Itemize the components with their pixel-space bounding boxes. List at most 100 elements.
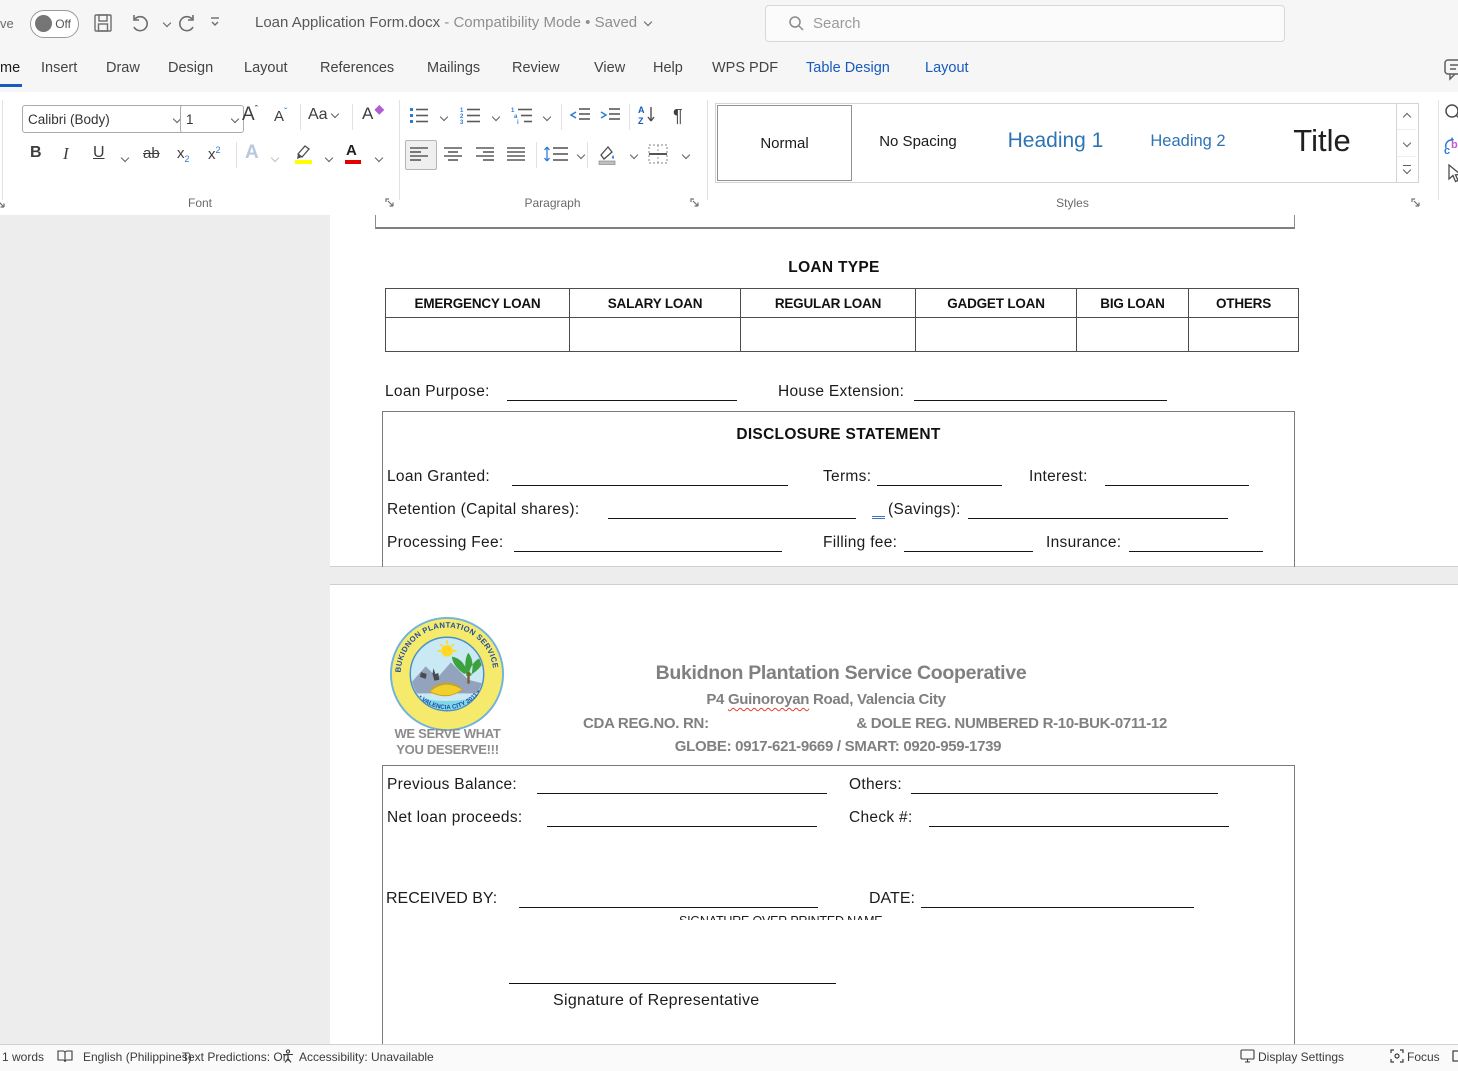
style-normal[interactable]: Normal <box>717 105 852 181</box>
styles-scroll-up[interactable] <box>1397 104 1416 130</box>
font-name-combobox[interactable]: Calibri (Body) <box>22 105 186 133</box>
underline-button[interactable]: U <box>93 144 105 162</box>
loan-type-header-cell[interactable]: OTHERS <box>1189 289 1299 318</box>
show-hide-pilcrow-button[interactable]: ¶ <box>673 106 683 127</box>
underline-dropdown-icon[interactable] <box>121 154 129 162</box>
tab-wps-pdf[interactable]: WPS PDF <box>712 47 778 89</box>
style-heading-2[interactable]: Heading 2 <box>1128 104 1248 178</box>
comments-icon[interactable] <box>1443 57 1458 81</box>
loan-type-cell[interactable] <box>386 318 570 352</box>
shading-button[interactable] <box>595 142 619 166</box>
align-center-button[interactable] <box>444 146 464 162</box>
paragraph-group: 123 1ai <box>401 92 704 214</box>
text-effects-dropdown-icon[interactable] <box>271 154 279 162</box>
change-case-button[interactable]: Aa <box>308 106 338 124</box>
borders-dropdown-icon[interactable] <box>682 151 690 159</box>
loan-type-header-cell[interactable]: GADGET LOAN <box>916 289 1077 318</box>
highlight-dropdown-icon[interactable] <box>325 154 333 162</box>
font-dialog-launcher[interactable] <box>384 197 395 208</box>
multilevel-dropdown-icon[interactable] <box>543 113 551 121</box>
loan-type-header-cell[interactable]: BIG LOAN <box>1077 289 1189 318</box>
quick-access-toolbar-menu[interactable] <box>208 14 234 40</box>
undo-dropdown-icon[interactable] <box>163 19 171 27</box>
line-spacing-button[interactable] <box>543 144 569 164</box>
shading-dropdown-icon[interactable] <box>630 151 638 159</box>
clear-formatting-button[interactable]: A <box>362 104 380 124</box>
view-mode-icon[interactable] <box>1452 1049 1458 1063</box>
document-title[interactable]: Loan Application Form.docx - Compatibili… <box>255 14 651 31</box>
language-status[interactable]: English (Philippines) <box>83 1050 192 1064</box>
select-cursor-icon[interactable] <box>1446 164 1458 184</box>
multilevel-list-button[interactable]: 1ai <box>511 106 533 124</box>
numbering-dropdown-icon[interactable] <box>492 113 500 121</box>
word-count[interactable]: 1 words <box>2 1050 44 1064</box>
proofing-book-icon[interactable] <box>57 1049 73 1063</box>
highlight-color-button[interactable] <box>292 142 314 164</box>
loan-type-cell[interactable] <box>1077 318 1189 352</box>
tab-draw[interactable]: Draw <box>106 47 140 89</box>
tab-help[interactable]: Help <box>653 47 683 89</box>
align-right-button[interactable] <box>476 146 496 162</box>
line-spacing-dropdown-icon[interactable] <box>577 151 585 159</box>
paragraph-dialog-launcher[interactable] <box>689 197 700 208</box>
focus-button[interactable]: Focus <box>1407 1050 1440 1064</box>
tab-view[interactable]: View <box>594 47 625 89</box>
sort-button[interactable]: A Z <box>637 104 661 126</box>
font-size-combobox[interactable]: 1 <box>180 105 244 133</box>
loan-type-table[interactable]: EMERGENCY LOAN SALARY LOAN REGULAR LOAN … <box>385 288 1299 352</box>
document-page-2[interactable]: BUKIDNON PLANTATION SERVICE COOPERATIVE … <box>330 584 1458 1045</box>
align-left-button[interactable] <box>405 140 437 170</box>
decrease-indent-button[interactable] <box>569 106 591 124</box>
style-heading-1[interactable]: Heading 1 <box>983 104 1128 178</box>
styles-more-button[interactable] <box>1397 157 1416 182</box>
loan-type-header-cell[interactable]: EMERGENCY LOAN <box>386 289 570 318</box>
redo-button[interactable] <box>173 12 197 34</box>
autosave-toggle[interactable]: Off <box>30 10 79 38</box>
text-predictions-status[interactable]: Text Predictions: On <box>182 1050 289 1064</box>
tab-references[interactable]: References <box>320 47 394 89</box>
strikethrough-button[interactable]: ab <box>143 145 160 162</box>
loan-type-cell[interactable] <box>1189 318 1299 352</box>
tab-layout[interactable]: Layout <box>244 47 288 89</box>
tab-table-design[interactable]: Table Design <box>806 47 890 89</box>
search-box[interactable]: Search <box>765 5 1285 42</box>
replace-icon[interactable]: bc <box>1442 134 1458 156</box>
subscript-button[interactable]: x2 <box>177 145 190 164</box>
styles-scroll-down[interactable] <box>1397 130 1416 156</box>
text-effects-button[interactable]: A <box>245 142 259 164</box>
bullets-button[interactable] <box>409 106 429 124</box>
loan-type-cell[interactable] <box>741 318 916 352</box>
save-icon[interactable] <box>92 12 114 34</box>
font-color-button[interactable]: A <box>346 142 357 160</box>
shrink-font-button[interactable]: Aˇ <box>274 107 287 125</box>
borders-button[interactable] <box>647 143 669 165</box>
bullets-dropdown-icon[interactable] <box>440 113 448 121</box>
accessibility-status[interactable]: Accessibility: Unavailable <box>299 1050 434 1064</box>
document-canvas[interactable]: LOAN TYPE EMERGENCY LOAN SALARY LOAN REG… <box>0 215 1458 1044</box>
superscript-button[interactable]: x2 <box>208 145 221 163</box>
tab-design[interactable]: Design <box>168 47 213 89</box>
font-color-dropdown-icon[interactable] <box>375 154 383 162</box>
numbering-button[interactable]: 123 <box>459 106 481 124</box>
loan-type-cell[interactable] <box>570 318 741 352</box>
bold-button[interactable]: B <box>30 144 42 162</box>
tab-table-layout[interactable]: Layout <box>925 47 969 89</box>
justify-button[interactable] <box>507 146 527 162</box>
display-settings-button[interactable]: Display Settings <box>1258 1050 1344 1064</box>
tab-home[interactable]: me <box>0 47 20 89</box>
increase-indent-button[interactable] <box>599 106 621 124</box>
loan-type-cell[interactable] <box>916 318 1077 352</box>
tab-insert[interactable]: Insert <box>41 47 77 89</box>
style-title[interactable]: Title <box>1248 104 1396 178</box>
document-page-1[interactable]: LOAN TYPE EMERGENCY LOAN SALARY LOAN REG… <box>330 215 1458 567</box>
loan-type-header-cell[interactable]: REGULAR LOAN <box>741 289 916 318</box>
tab-mailings[interactable]: Mailings <box>427 47 480 89</box>
styles-dialog-launcher[interactable] <box>1410 197 1421 208</box>
italic-button[interactable]: I <box>63 144 69 164</box>
loan-type-header-cell[interactable]: SALARY LOAN <box>570 289 741 318</box>
tab-review[interactable]: Review <box>512 47 560 89</box>
grow-font-button[interactable]: Aˆ <box>242 104 258 126</box>
find-icon[interactable] <box>1444 103 1458 123</box>
style-no-spacing[interactable]: No Spacing <box>853 104 983 178</box>
undo-button[interactable] <box>130 12 154 34</box>
